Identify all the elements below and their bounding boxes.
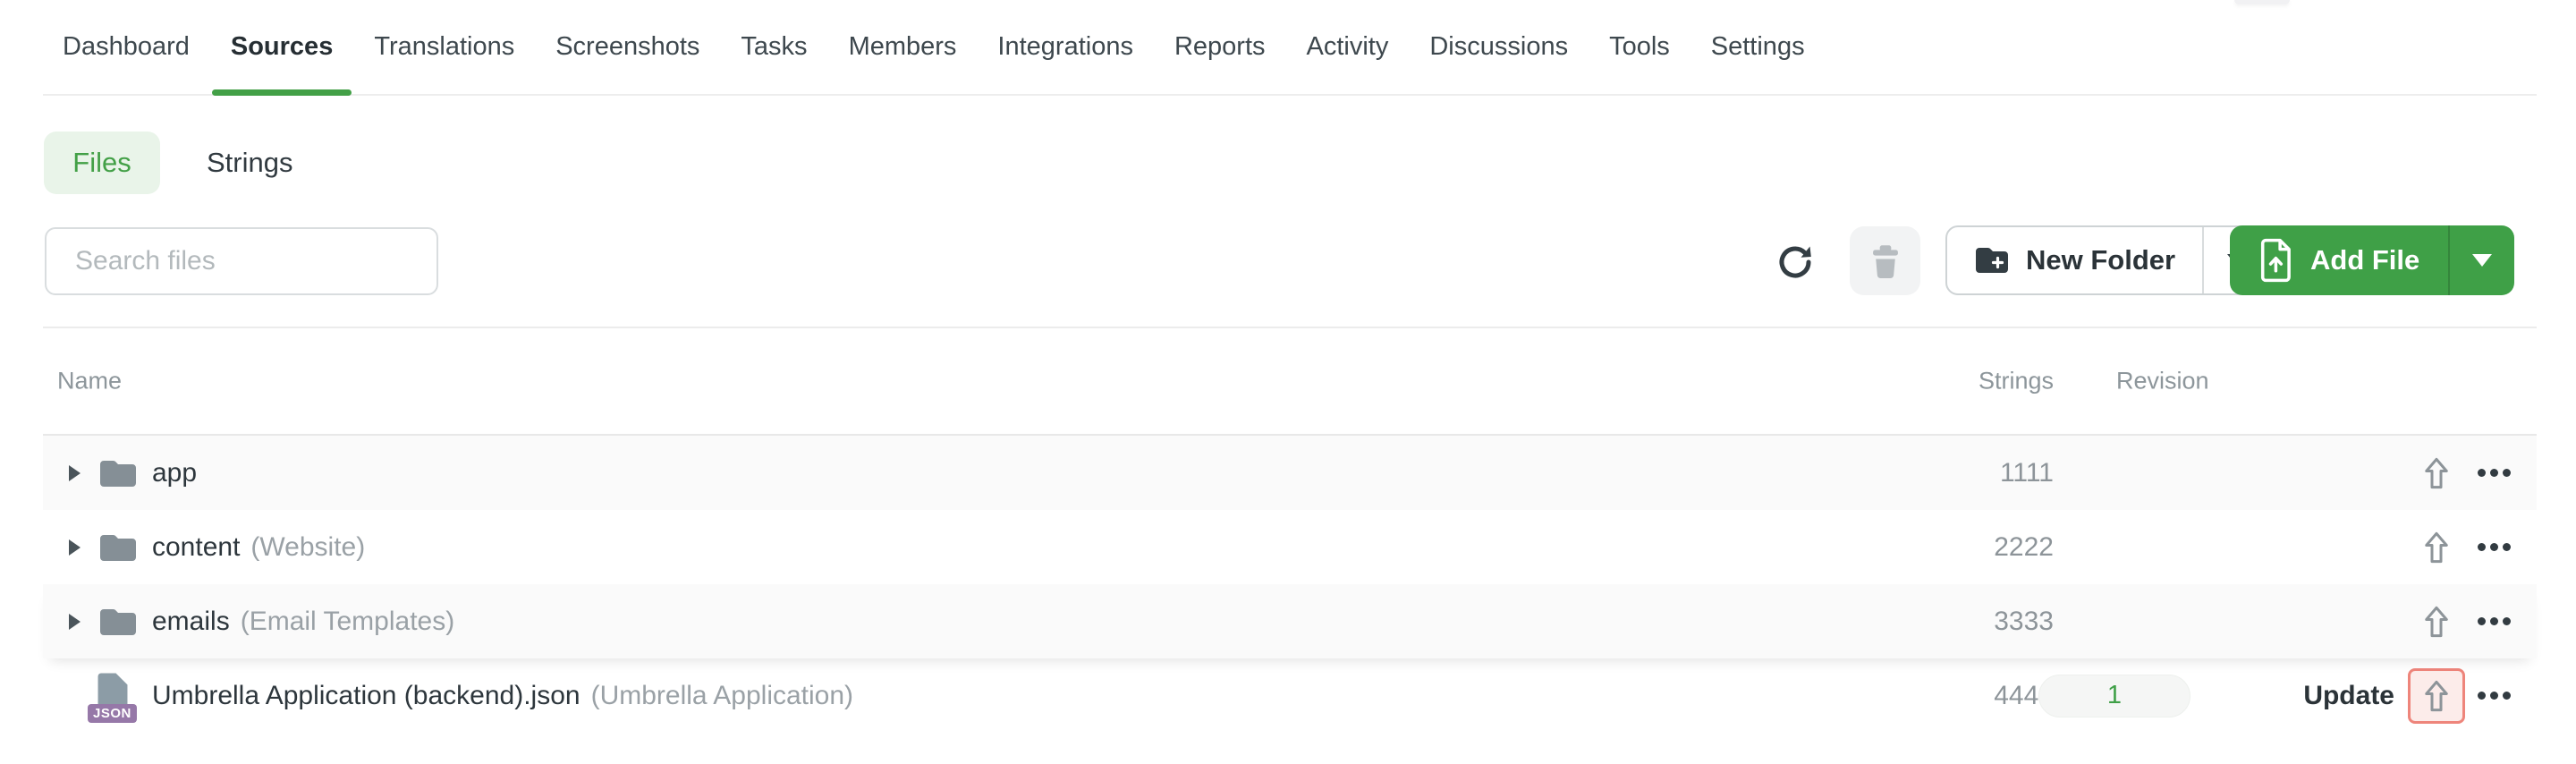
upload-translations-button-highlighted[interactable] [2408, 667, 2465, 724]
row-menu-button[interactable] [2472, 613, 2515, 631]
ellipsis-icon [2477, 543, 2486, 551]
file-note: (Website) [250, 531, 366, 562]
nav-item-screenshots[interactable]: Screenshots [555, 0, 699, 94]
add-file-dropdown-button[interactable] [2448, 225, 2514, 295]
ellipsis-icon [2477, 469, 2486, 477]
expand-folder-button[interactable] [69, 539, 80, 556]
table-header: Name Strings Revision [43, 327, 2537, 434]
tab-strings[interactable]: Strings [164, 132, 335, 194]
row-menu-button[interactable] [2472, 687, 2515, 705]
search-files-box [45, 227, 438, 295]
column-header-name: Name [57, 367, 123, 394]
add-file-label: Add File [2310, 244, 2420, 276]
refresh-icon [1775, 242, 1816, 283]
strings-count: 1111 [1999, 457, 2054, 488]
refresh-button[interactable] [1775, 242, 1816, 283]
upload-icon [2423, 679, 2450, 713]
nav-item-activity[interactable]: Activity [1307, 0, 1389, 94]
nav-item-sources[interactable]: Sources [211, 0, 352, 96]
upload-icon [2423, 531, 2450, 565]
file-note: (Umbrella Application) [590, 680, 854, 710]
nav-item-members[interactable]: Members [849, 0, 957, 94]
nav-item-dashboard[interactable]: Dashboard [63, 0, 190, 94]
update-file-link[interactable]: Update [2303, 681, 2394, 711]
new-folder-label: New Folder [2026, 244, 2176, 276]
file-name[interactable]: app [152, 458, 197, 488]
upload-translations-button[interactable] [2408, 594, 2465, 649]
project-nav: Dashboard Sources Translations Screensho… [43, 0, 2537, 96]
strings-count: 2222 [1994, 531, 2054, 562]
add-file-icon [2258, 238, 2294, 283]
caret-right-icon [69, 464, 80, 481]
search-input[interactable] [47, 229, 436, 293]
file-note: (Email Templates) [240, 606, 455, 636]
nav-item-tools[interactable]: Tools [1609, 0, 1670, 94]
table-row-folder-app[interactable]: app 1111 [43, 436, 2537, 510]
new-folder-button[interactable]: New Folder [1947, 227, 2202, 293]
sources-files-page: Dashboard Sources Translations Screensho… [0, 0, 2576, 764]
nav-item-discussions[interactable]: Discussions [1429, 0, 1568, 94]
nav-item-translations[interactable]: Translations [374, 0, 514, 94]
delete-button[interactable] [1850, 226, 1920, 295]
upload-translations-button[interactable] [2408, 446, 2465, 501]
nav-item-tasks[interactable]: Tasks [741, 0, 807, 94]
json-badge: JSON [88, 703, 137, 723]
caret-down-icon [2472, 254, 2493, 267]
row-menu-button[interactable] [2472, 464, 2515, 482]
upload-icon [2423, 605, 2450, 639]
caret-right-icon [69, 539, 80, 556]
ellipsis-icon [2477, 692, 2486, 700]
strings-count: 3333 [1994, 606, 2054, 636]
files-table: app 1111 content (Website) 2222 emails (… [43, 434, 2537, 733]
folder-icon [98, 458, 138, 488]
new-folder-icon [1974, 246, 2010, 275]
new-folder-split-button: New Folder [1945, 225, 2272, 295]
nav-item-settings[interactable]: Settings [1711, 0, 1805, 94]
ellipsis-icon [2477, 617, 2486, 625]
json-file-icon: JSON [88, 672, 137, 723]
column-header-revision: Revision [2116, 367, 2209, 394]
table-row-folder-content[interactable]: content (Website) 2222 [43, 510, 2537, 584]
file-name[interactable]: Umbrella Application (backend).json (Umbr… [152, 681, 853, 711]
file-name[interactable]: content (Website) [152, 532, 365, 563]
revision-badge: 1 [2038, 674, 2190, 717]
expand-folder-button[interactable] [69, 613, 80, 630]
folder-icon [98, 532, 138, 563]
upload-translations-button[interactable] [2408, 520, 2465, 575]
nav-item-reports[interactable]: Reports [1174, 0, 1266, 94]
caret-right-icon [69, 613, 80, 630]
table-row-folder-emails[interactable]: emails (Email Templates) 3333 [43, 584, 2537, 658]
file-name[interactable]: emails (Email Templates) [152, 607, 454, 637]
add-file-split-button: Add File [2230, 225, 2515, 295]
add-file-button[interactable]: Add File [2230, 225, 2448, 295]
revision-cell: 1 [2038, 674, 2190, 717]
expand-folder-button[interactable] [69, 464, 80, 481]
nav-item-integrations[interactable]: Integrations [997, 0, 1133, 94]
row-menu-button[interactable] [2472, 539, 2515, 556]
column-header-strings: Strings [1978, 367, 2054, 394]
trash-icon [1870, 244, 1901, 278]
upload-icon [2423, 456, 2450, 490]
table-row-file-umbrella-json[interactable]: JSON Umbrella Application (backend).json… [43, 658, 2537, 733]
folder-icon [98, 607, 138, 637]
tab-files[interactable]: Files [44, 132, 160, 194]
